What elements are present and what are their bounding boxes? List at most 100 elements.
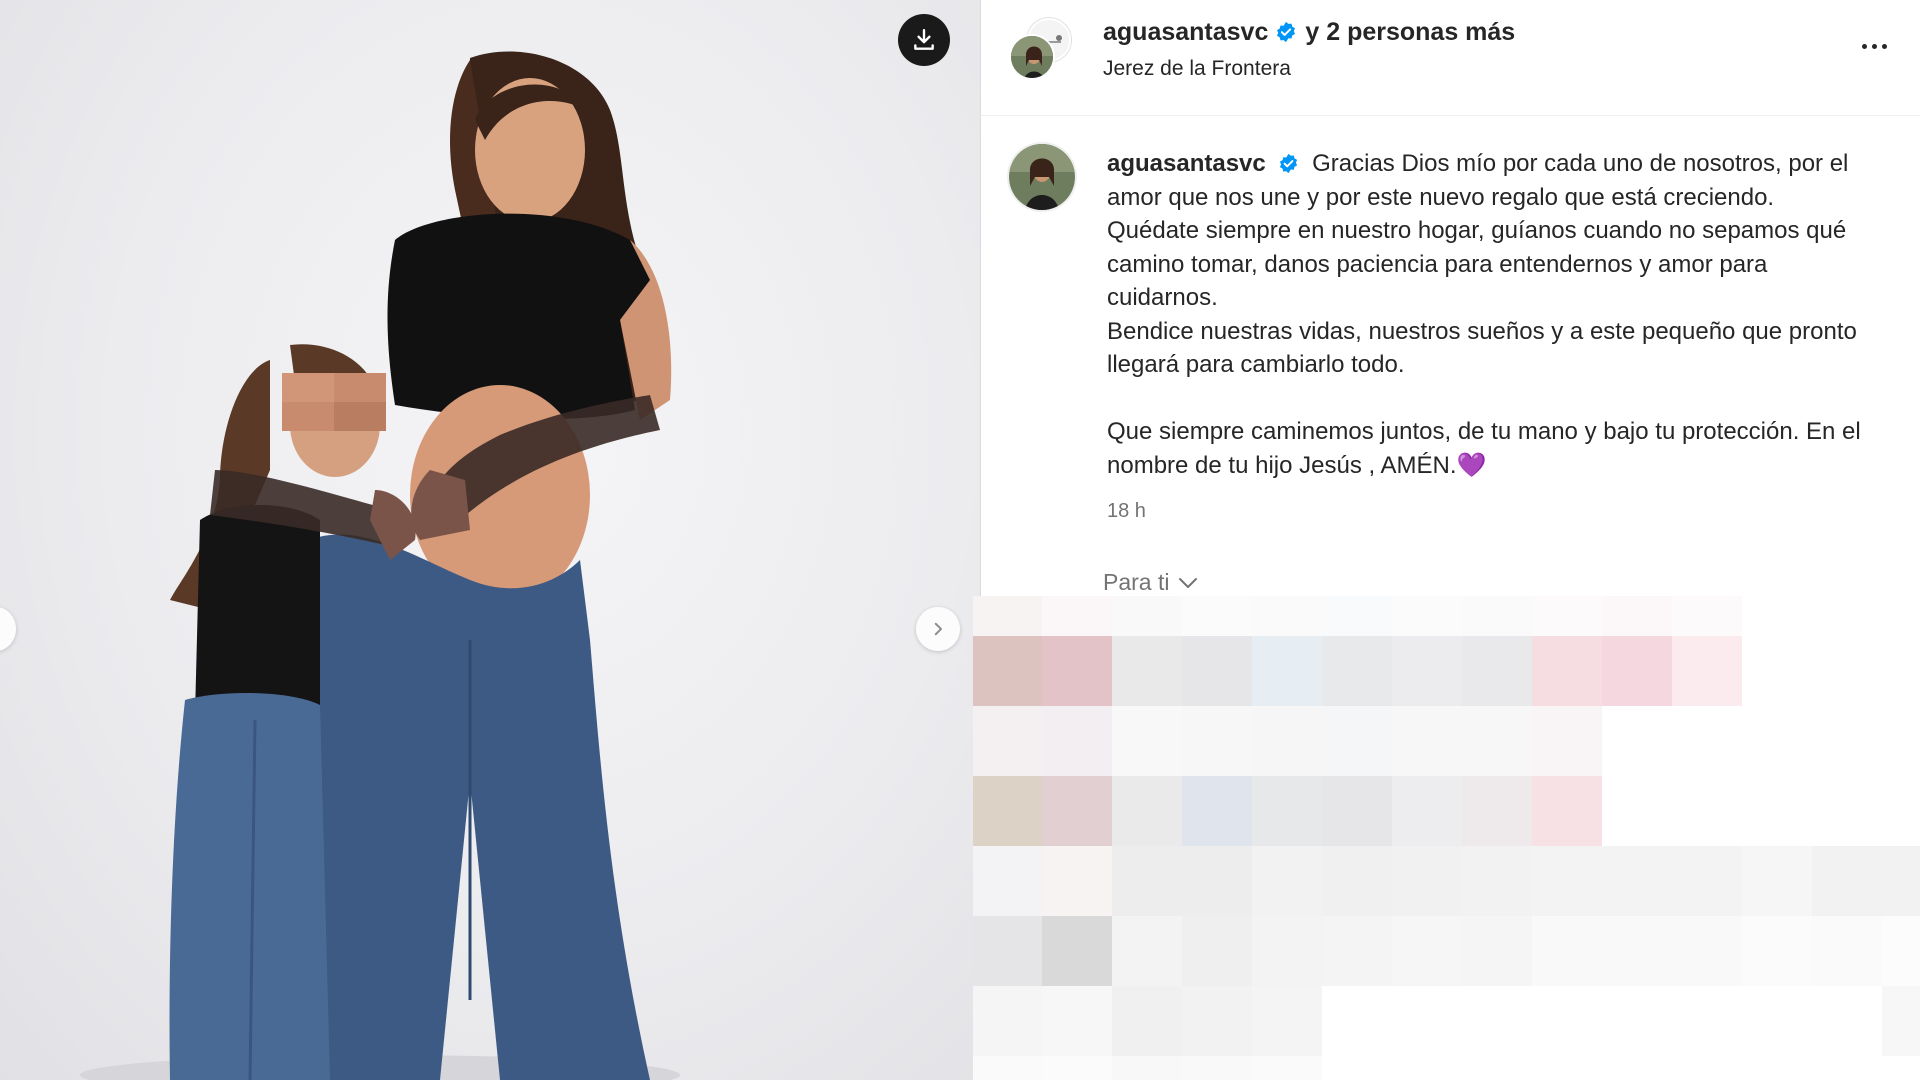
mosaic-tile xyxy=(1042,986,1112,1056)
mosaic-tile xyxy=(1252,706,1322,776)
mosaic-tile xyxy=(1812,596,1882,636)
mosaic-tile xyxy=(1392,706,1462,776)
mosaic-tile xyxy=(1112,916,1182,986)
mosaic-tile xyxy=(1182,596,1252,636)
mosaic-tile xyxy=(1882,706,1920,776)
mosaic-tile xyxy=(1182,846,1252,916)
mosaic-tile xyxy=(1112,776,1182,846)
mosaic-tile xyxy=(1812,916,1882,986)
mosaic-tile xyxy=(1252,1056,1322,1080)
mosaic-tile xyxy=(1112,706,1182,776)
mosaic-tile xyxy=(1742,706,1812,776)
mosaic-tile xyxy=(1182,636,1252,706)
mosaic-tile xyxy=(1112,636,1182,706)
mosaic-tile xyxy=(1742,596,1812,636)
mosaic-tile xyxy=(1672,596,1742,636)
mosaic-tile xyxy=(1392,1056,1462,1080)
mosaic-tile xyxy=(1462,596,1532,636)
mosaic-tile xyxy=(1602,636,1672,706)
mosaic-tile xyxy=(1532,776,1602,846)
mosaic-tile xyxy=(1322,776,1392,846)
mosaic-tile xyxy=(1462,846,1532,916)
mosaic-tile xyxy=(1112,596,1182,636)
mosaic-tile xyxy=(1042,596,1112,636)
more-options-button[interactable] xyxy=(1854,30,1894,62)
mosaic-tile xyxy=(1672,776,1742,846)
mosaic-tile xyxy=(1882,916,1920,986)
collaborator-avatars[interactable] xyxy=(1009,18,1073,82)
mosaic-tile xyxy=(1602,986,1672,1056)
mosaic-tile xyxy=(1602,706,1672,776)
mosaic-tile xyxy=(1882,776,1920,846)
mosaic-tile xyxy=(973,1056,1042,1080)
caption-username[interactable]: aguasantasvc xyxy=(1107,150,1266,177)
mosaic-tile xyxy=(1042,916,1112,986)
chevron-right-icon xyxy=(934,622,942,636)
mosaic-tile xyxy=(973,986,1042,1056)
mosaic-tile xyxy=(1252,986,1322,1056)
post-media xyxy=(0,0,980,1080)
mosaic-tile xyxy=(1112,986,1182,1056)
mosaic-tile xyxy=(1042,776,1112,846)
mosaic-tile xyxy=(1392,776,1462,846)
download-icon xyxy=(914,29,934,50)
mosaic-tile xyxy=(1322,986,1392,1056)
mosaic-tile xyxy=(1392,846,1462,916)
mosaic-tile xyxy=(1812,846,1882,916)
mosaic-tile xyxy=(1042,1056,1112,1080)
mosaic-tile xyxy=(973,706,1042,776)
mosaic-tile xyxy=(1042,706,1112,776)
mosaic-tile xyxy=(1882,1056,1920,1080)
mosaic-tile xyxy=(1182,706,1252,776)
collaborators-link[interactable]: y 2 personas más xyxy=(1305,16,1515,48)
caption-avatar[interactable] xyxy=(1007,142,1077,212)
verified-badge-icon xyxy=(1275,21,1297,43)
mosaic-tile xyxy=(1462,706,1532,776)
mosaic-tile xyxy=(1672,986,1742,1056)
mosaic-tile xyxy=(1882,986,1920,1056)
header-username[interactable]: aguasantasvc xyxy=(1103,16,1268,48)
post-caption: aguasantasvc Gracias Dios mío por cada u… xyxy=(1107,147,1867,482)
caption-text: Que siempre caminemos juntos, de tu mano… xyxy=(1107,418,1861,479)
mosaic-tile xyxy=(1322,706,1392,776)
chevron-down-icon xyxy=(1179,577,1198,588)
mosaic-tile xyxy=(1392,916,1462,986)
post-photo xyxy=(80,51,680,1080)
mosaic-tile xyxy=(1462,636,1532,706)
header-title: aguasantasvc y 2 personas más xyxy=(1103,16,1515,48)
mosaic-tile xyxy=(1252,776,1322,846)
mosaic-tile xyxy=(1742,636,1812,706)
mosaic-tile xyxy=(1742,986,1812,1056)
download-button[interactable] xyxy=(898,14,950,66)
mosaic-tile xyxy=(1182,916,1252,986)
mosaic-tile xyxy=(1252,596,1322,636)
mosaic-tile xyxy=(1462,986,1532,1056)
mosaic-tile xyxy=(1532,1056,1602,1080)
mosaic-tile xyxy=(1742,846,1812,916)
mosaic-tile xyxy=(1042,846,1112,916)
mosaic-tile xyxy=(1182,776,1252,846)
mosaic-tile xyxy=(1742,916,1812,986)
mosaic-tile xyxy=(1532,596,1602,636)
mosaic-tile xyxy=(1882,596,1920,636)
mosaic-tile xyxy=(973,596,1042,636)
next-photo-button[interactable] xyxy=(916,607,960,651)
mosaic-tile xyxy=(973,776,1042,846)
mosaic-tile xyxy=(1322,636,1392,706)
location-link[interactable]: Jerez de la Frontera xyxy=(1103,55,1291,83)
mosaic-tile xyxy=(1392,596,1462,636)
mosaic-tile xyxy=(1602,1056,1672,1080)
for-you-dropdown[interactable]: Para ti xyxy=(1103,569,1199,596)
mosaic-tile xyxy=(1462,1056,1532,1080)
avatar[interactable] xyxy=(1009,34,1055,80)
mosaic-tile xyxy=(1812,1056,1882,1080)
mosaic-tile xyxy=(1602,596,1672,636)
mosaic-tile xyxy=(1112,846,1182,916)
caption-text: Bendice nuestras vidas, nuestros sueños … xyxy=(1107,317,1857,379)
post-timestamp[interactable]: 18 h xyxy=(1107,500,1146,523)
mosaic-tile xyxy=(1812,776,1882,846)
mosaic-tile xyxy=(1742,1056,1812,1080)
mosaic-tile xyxy=(1322,1056,1392,1080)
mosaic-tile xyxy=(1882,846,1920,916)
mosaic-tile xyxy=(1532,706,1602,776)
